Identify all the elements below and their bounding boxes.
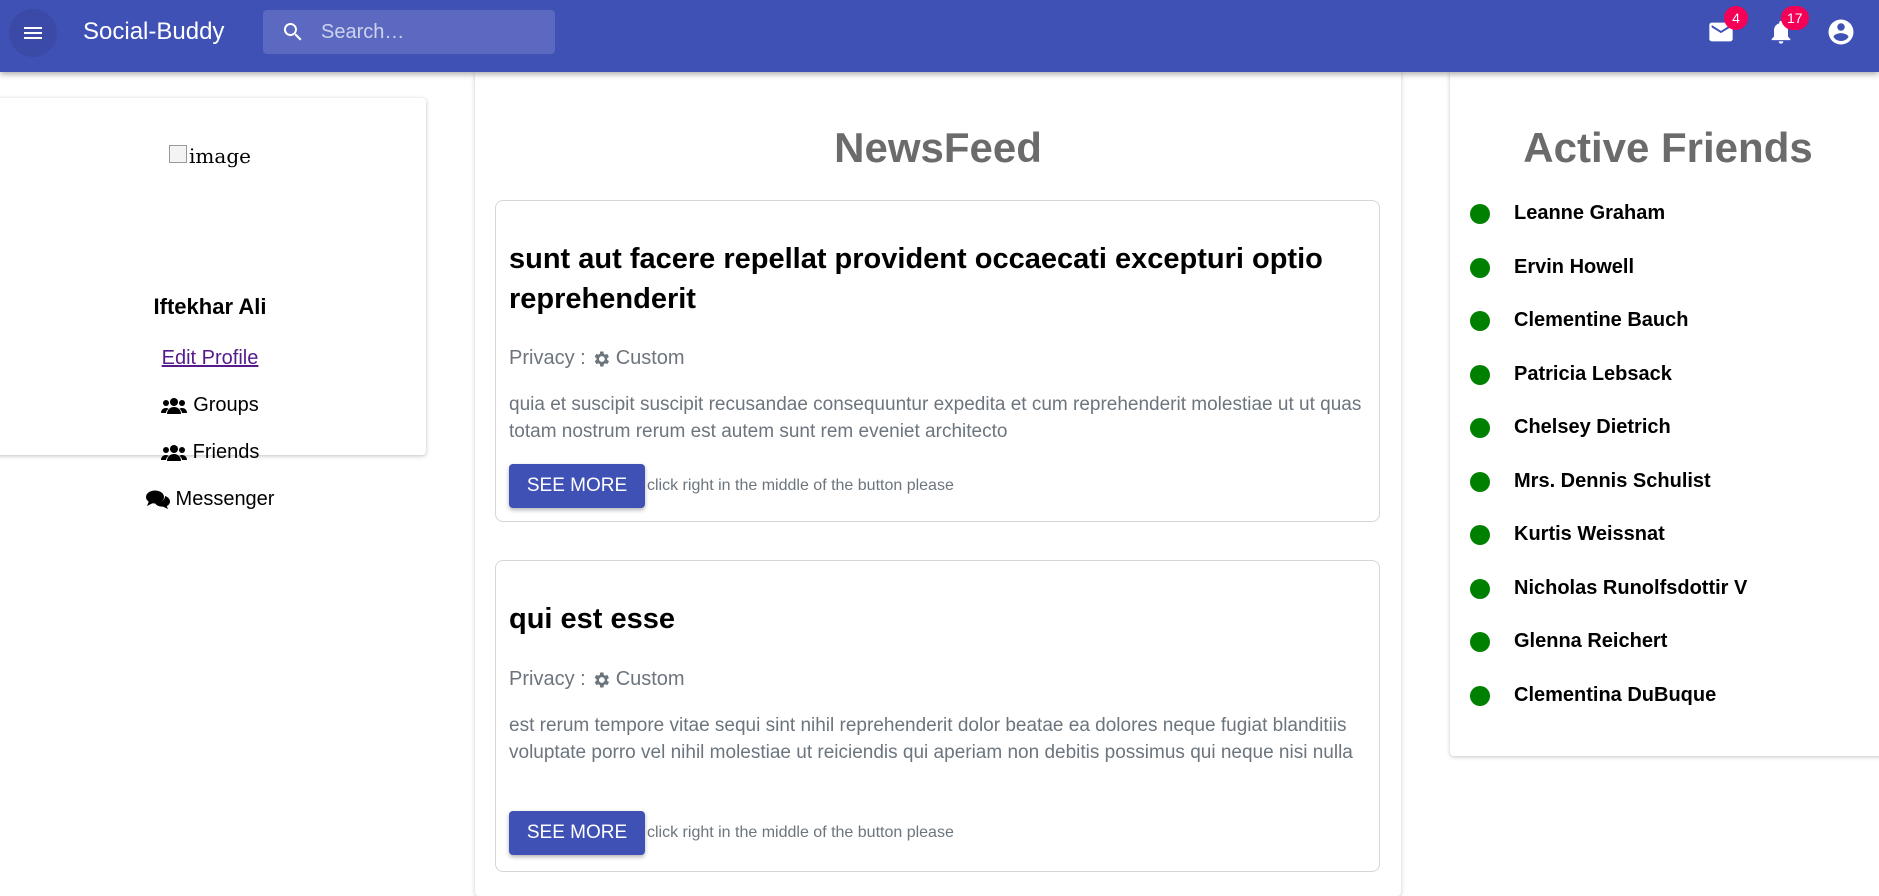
profile-name: Iftekhar Ali: [153, 294, 267, 319]
online-status-icon: [1470, 257, 1490, 278]
post-body: quia et suscipit suscipit recusandae con…: [509, 394, 1362, 442]
friend-item[interactable]: Clementine Bauch: [1470, 309, 1688, 332]
gear-icon: [594, 351, 609, 366]
friend-item[interactable]: Clementina DuBuque: [1470, 684, 1716, 707]
privacy-label: Privacy :: [509, 668, 586, 690]
friend-name: Ervin Howell: [1514, 256, 1635, 278]
friend-name: Leanne Graham: [1514, 202, 1666, 224]
gear-icon: [594, 672, 609, 687]
friend-name: Kurtis Weissnat: [1514, 523, 1665, 545]
app-title: Social-Buddy: [83, 18, 225, 45]
menu-button[interactable]: [9, 9, 57, 57]
post-privacy: Privacy : Custom: [509, 668, 685, 691]
friend-item[interactable]: Nicholas Runolfsdottir V: [1470, 577, 1747, 600]
friend-item[interactable]: Glenna Reichert: [1470, 630, 1667, 653]
newsfeed-panel: NewsFeed sunt aut facere repellat provid…: [475, 72, 1401, 896]
friend-item[interactable]: Kurtis Weissnat: [1470, 523, 1665, 546]
see-more-hint: click right in the middle of the button …: [647, 824, 954, 841]
post-body: est rerum tempore vitae sequi sint nihil…: [509, 715, 1353, 763]
mail-count-badge: 4: [1724, 6, 1748, 30]
online-status-icon: [1470, 310, 1490, 331]
comments-icon: [145, 490, 170, 509]
users-icon: [160, 444, 187, 461]
online-status-icon: [1470, 578, 1490, 599]
search-input[interactable]: [321, 10, 541, 54]
post-card: qui est esse Privacy : Custom est rerum …: [495, 560, 1380, 872]
profile-menu-groups[interactable]: Groups: [0, 394, 426, 417]
users-icon: [161, 397, 188, 414]
friend-name: Nicholas Runolfsdottir V: [1514, 577, 1748, 599]
profile-menu-friends[interactable]: Friends: [0, 441, 426, 464]
search-box[interactable]: [263, 10, 555, 54]
friend-item[interactable]: Patricia Lebsack: [1470, 363, 1672, 386]
see-more-button[interactable]: SEE MORE: [509, 464, 645, 508]
friend-name: Patricia Lebsack: [1514, 363, 1672, 385]
post-actions: SEE MORE click right in the middle of th…: [509, 811, 954, 855]
profile-image-alt: image: [189, 144, 251, 168]
account-button[interactable]: [1817, 8, 1865, 56]
post-card: sunt aut facere repellat provident occae…: [495, 200, 1380, 522]
friend-name: Mrs. Dennis Schulist: [1514, 470, 1711, 492]
online-status-icon: [1470, 631, 1490, 652]
friend-name: Clementine Bauch: [1514, 309, 1689, 331]
edit-profile-link[interactable]: Edit Profile: [162, 347, 259, 369]
search-icon: [283, 23, 302, 41]
friend-name: Clementina DuBuque: [1514, 684, 1717, 706]
post-actions: SEE MORE click right in the middle of th…: [509, 464, 954, 508]
friend-name: Chelsey Dietrich: [1514, 416, 1671, 438]
online-status-icon: [1470, 524, 1490, 545]
menu-icon: [24, 27, 42, 39]
post-title: sunt aut facere repellat provident occae…: [509, 243, 1323, 315]
profile-menu-label: Friends: [192, 441, 260, 463]
online-status-icon: [1470, 203, 1490, 224]
online-status-icon: [1470, 364, 1490, 385]
profile-menu-messenger[interactable]: Messenger: [0, 488, 426, 511]
post-title: qui est esse: [509, 603, 676, 635]
active-friends-panel: Active Friends Leanne Graham Ervin Howel…: [1450, 72, 1879, 756]
privacy-value: Custom: [615, 347, 685, 369]
account-circle-icon: [1828, 19, 1854, 45]
see-more-hint: click right in the middle of the button …: [647, 477, 954, 494]
friend-item[interactable]: Ervin Howell: [1470, 256, 1634, 279]
profile-card: image Iftekhar Ali Edit Profile Groups F…: [0, 98, 426, 510]
friend-item[interactable]: Leanne Graham: [1470, 202, 1665, 225]
online-status-icon: [1470, 471, 1490, 492]
profile-menu-label: Groups: [193, 394, 259, 416]
see-more-button[interactable]: SEE MORE: [509, 811, 645, 855]
broken-image-icon: [169, 145, 188, 163]
profile-image: image: [0, 144, 426, 168]
privacy-label: Privacy :: [509, 347, 586, 369]
online-status-icon: [1470, 417, 1490, 438]
friend-item[interactable]: Chelsey Dietrich: [1470, 416, 1671, 439]
post-privacy: Privacy : Custom: [509, 347, 685, 370]
profile-menu-label: Messenger: [175, 488, 275, 510]
newsfeed-title: NewsFeed: [834, 124, 1042, 171]
friend-item[interactable]: Mrs. Dennis Schulist: [1470, 470, 1711, 493]
online-status-icon: [1470, 685, 1490, 706]
privacy-value: Custom: [615, 668, 685, 690]
app-bar: Social-Buddy 4 17: [0, 0, 1879, 72]
friend-name: Glenna Reichert: [1514, 630, 1668, 652]
active-friends-title: Active Friends: [1523, 124, 1813, 171]
notification-count-badge: 17: [1781, 6, 1809, 30]
